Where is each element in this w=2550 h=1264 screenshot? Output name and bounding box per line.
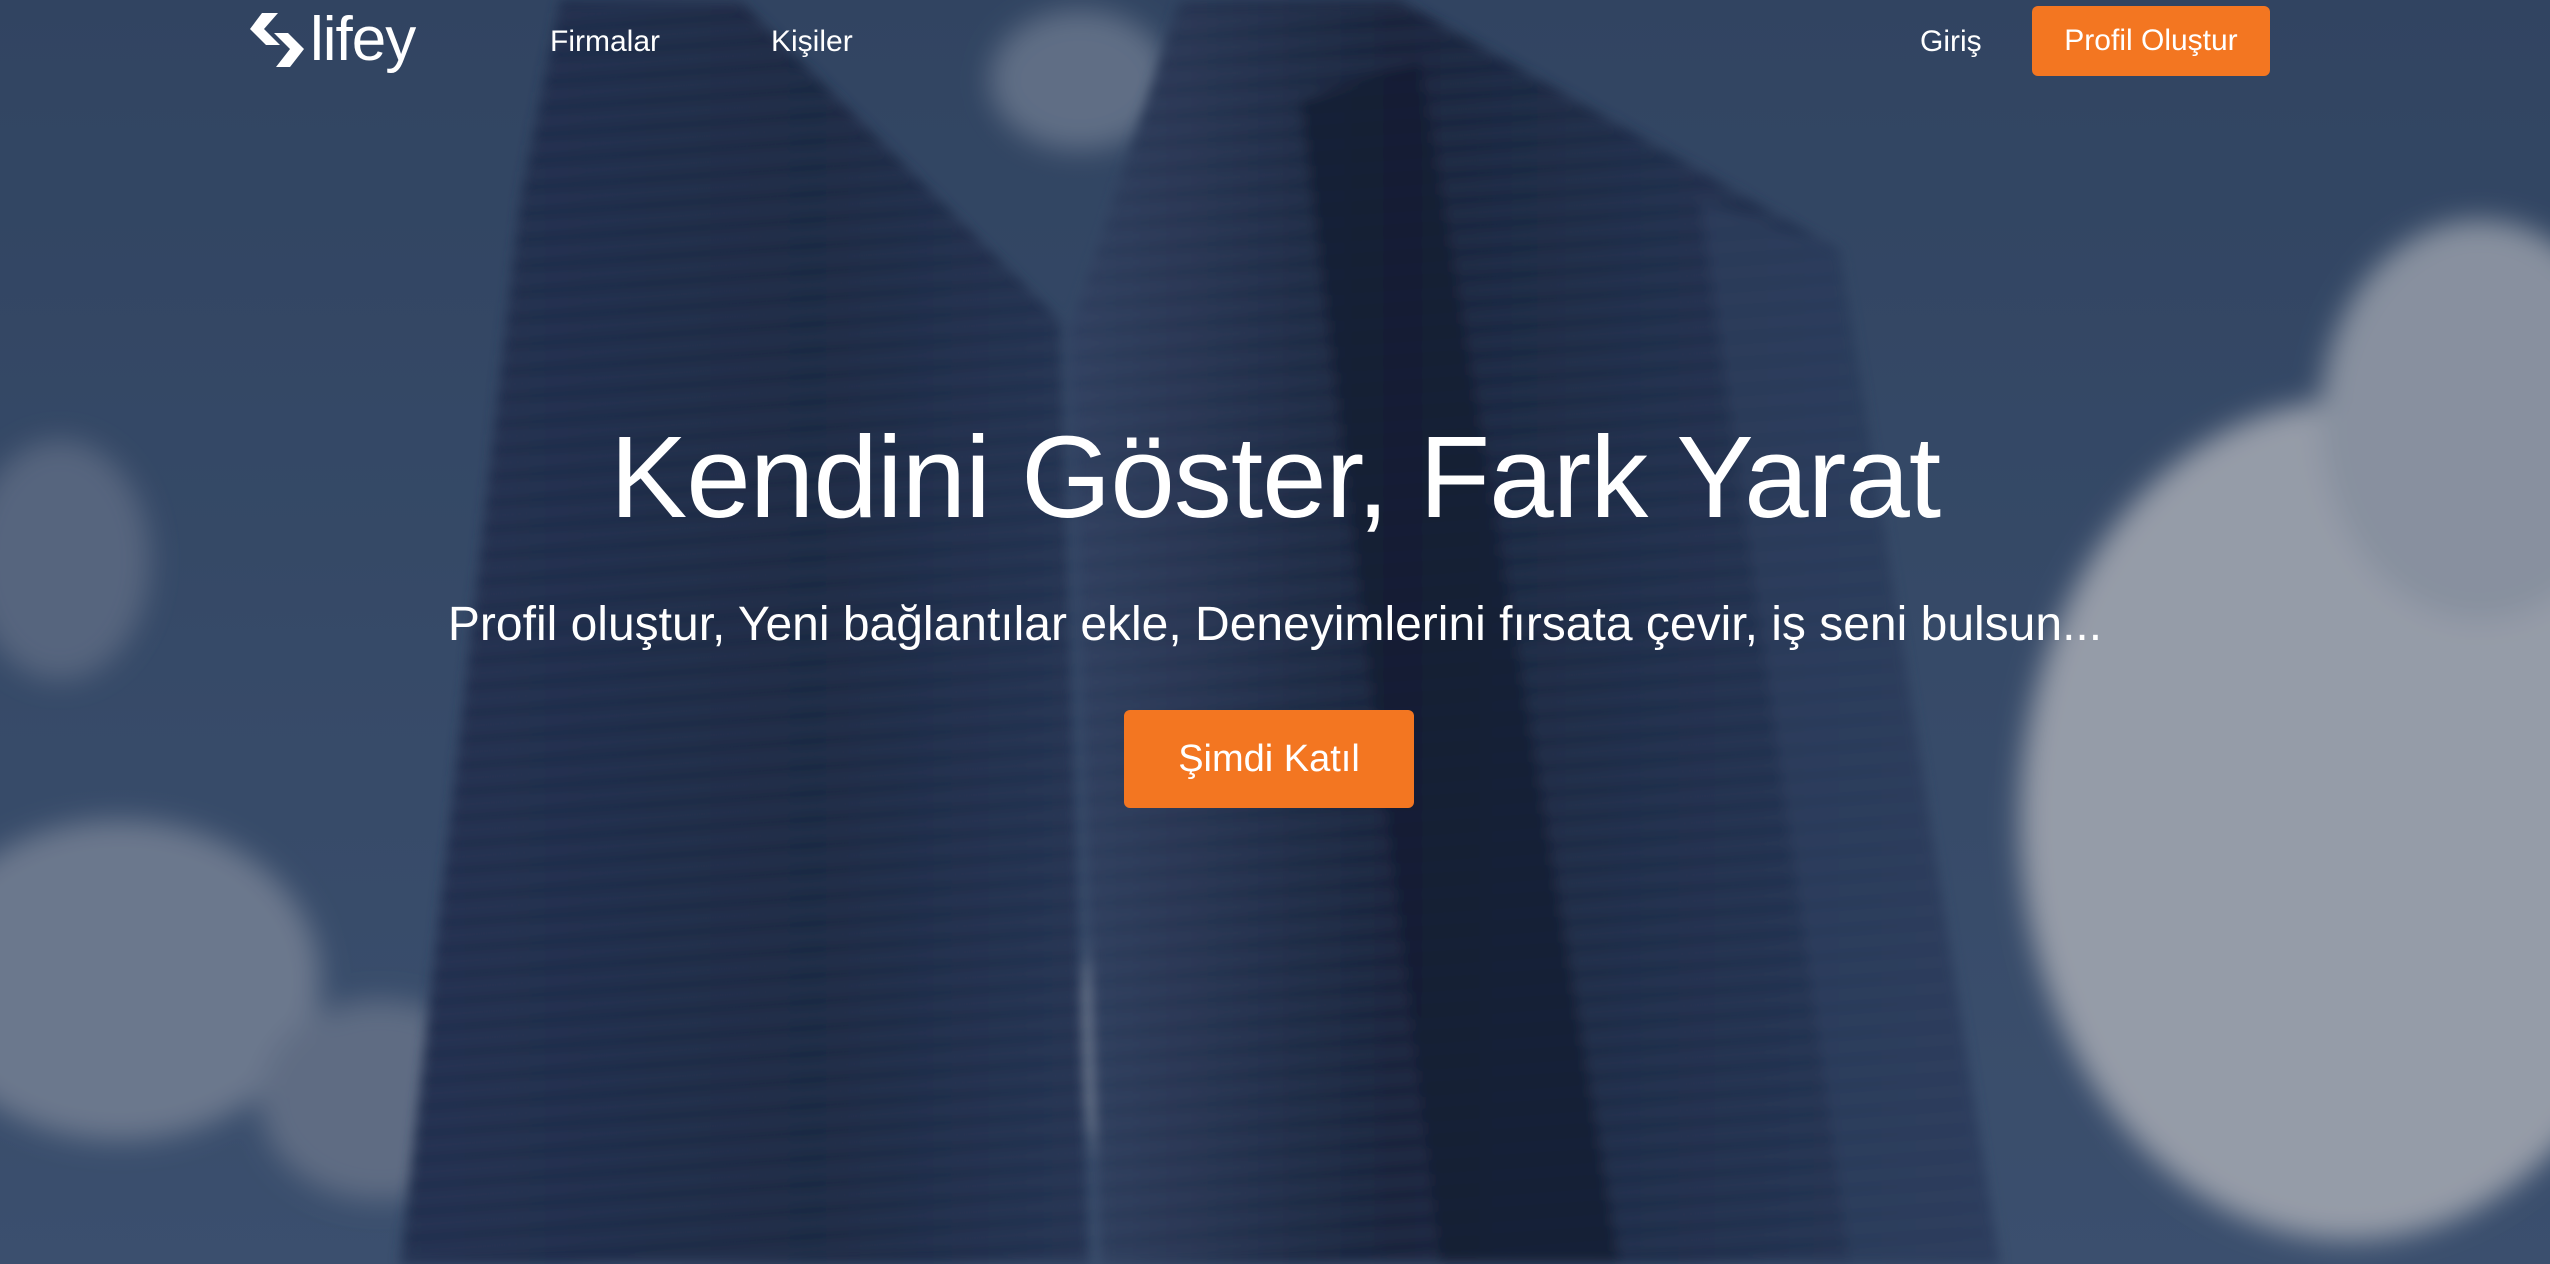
top-navbar: lifey Firmalar Kişiler Giriş Profil Oluş… — [0, 0, 2550, 84]
nav-link-kisiler[interactable]: Kişiler — [771, 20, 853, 64]
brand-logo[interactable]: lifey — [248, 5, 416, 74]
lifey-chevron-logo-icon — [250, 13, 304, 67]
hero-title: Kendini Göster, Fark Yarat — [609, 412, 1941, 542]
login-link[interactable]: Giriş — [1920, 20, 1982, 64]
hero-subtitle: Profil oluştur, Yeni bağlantılar ekle, D… — [447, 598, 2103, 651]
join-now-button[interactable]: Şimdi Katıl — [1124, 710, 1414, 808]
create-profile-button[interactable]: Profil Oluştur — [2032, 6, 2270, 76]
brand-name: lifey — [310, 5, 416, 74]
nav-link-firmalar[interactable]: Firmalar — [550, 20, 660, 64]
landing-page: lifey Firmalar Kişiler Giriş Profil Oluş… — [0, 0, 2550, 1264]
